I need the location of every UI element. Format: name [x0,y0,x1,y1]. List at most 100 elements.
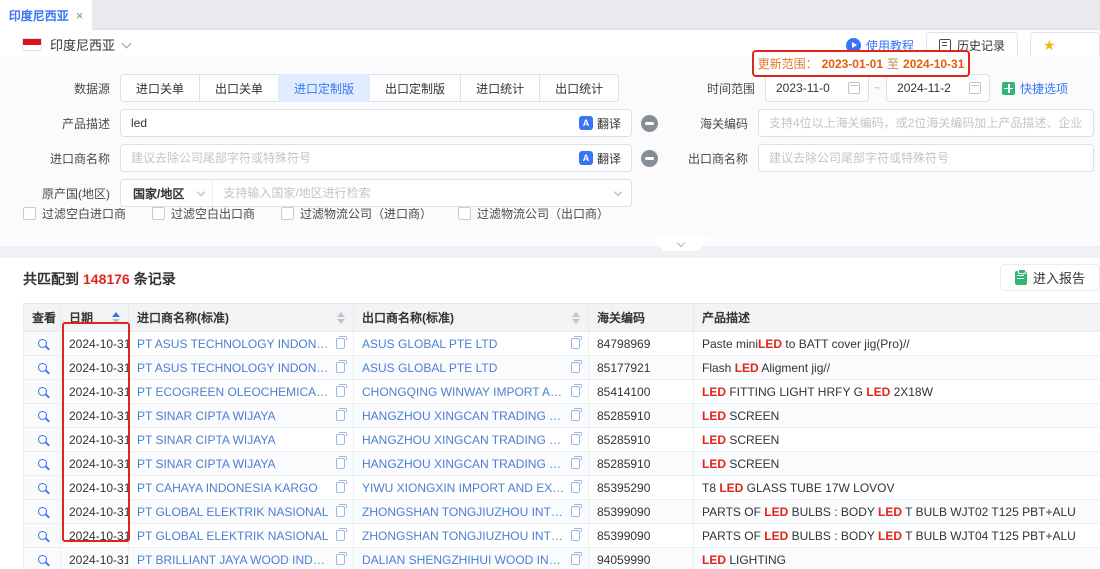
view-detail-icon[interactable] [38,531,47,540]
copy-icon[interactable] [336,506,345,517]
importer-cell: PT ASUS TECHNOLOGY INDONESIA BA... [129,356,354,380]
view-detail-icon[interactable] [38,435,47,444]
product-desc-field[interactable]: A 翻译 [120,109,632,137]
exporter-link[interactable]: HANGZHOU XINGCAN TRADING CO LTD [362,409,565,423]
quick-options-button[interactable]: 快捷选项 [1002,80,1068,97]
hs-code-field[interactable] [758,109,1094,137]
view-detail-icon[interactable] [38,507,47,516]
copy-icon[interactable] [336,386,345,397]
sort-icon[interactable] [572,312,580,324]
exporter-link[interactable]: ASUS GLOBAL PTE LTD [362,337,565,351]
exporter-link[interactable]: ASUS GLOBAL PTE LTD [362,361,565,375]
sort-icon[interactable] [112,312,120,324]
exporter-name-input[interactable] [759,145,1093,171]
datasource-tab-5[interactable]: 出口统计 [539,74,619,102]
importer-link[interactable]: PT ASUS TECHNOLOGY INDONESIA BA... [137,361,330,375]
checkbox-icon[interactable] [281,207,294,220]
calendar-icon[interactable] [848,82,860,94]
filter-checkbox-3[interactable]: 过滤物流公司（出口商） [458,205,609,222]
date-from-input[interactable] [766,75,840,101]
importer-link[interactable]: PT CAHAYA INDONESIA KARGO [137,481,330,495]
origin-country-select[interactable]: 国家/地区 [121,180,213,206]
exporter-link[interactable]: ZHONGSHAN TONGJIUZHOU INTERNA... [362,505,565,519]
origin-country-field[interactable]: 国家/地区 [120,179,632,207]
copy-icon[interactable] [336,338,345,349]
copy-icon[interactable] [336,554,345,565]
exporter-name-field[interactable] [758,144,1094,172]
importer-link[interactable]: PT BRILLIANT JAYA WOOD INDUSTRY [137,553,330,567]
copy-icon[interactable] [571,410,580,421]
view-detail-icon[interactable] [38,459,47,468]
datasource-tab-1[interactable]: 出口关单 [199,74,279,102]
filter-checkbox-1[interactable]: 过滤空白出口商 [152,205,255,222]
copy-icon[interactable] [571,482,580,493]
product-desc-input[interactable] [121,110,573,136]
datasource-tab-3[interactable]: 出口定制版 [369,74,461,102]
copy-icon[interactable] [571,434,580,445]
copy-icon[interactable] [571,338,580,349]
view-cell [24,404,61,428]
translate-button[interactable]: A 翻译 [573,150,631,167]
view-detail-icon[interactable] [38,387,47,396]
importer-link[interactable]: PT GLOBAL ELEKTRIK NASIONAL [137,505,330,519]
checkbox-icon[interactable] [23,207,36,220]
tab-close-icon[interactable]: × [76,8,84,23]
exporter-link[interactable]: ZHONGSHAN TONGJIUZHOU INTERNA... [362,529,565,543]
copy-icon[interactable] [571,554,580,565]
filter-checkbox-0[interactable]: 过滤空白进口商 [23,205,126,222]
importer-link[interactable]: PT ECOGREEN OLEOCHEMICALS [137,385,330,399]
copy-icon[interactable] [571,386,580,397]
importer-name-input[interactable] [121,145,573,171]
copy-icon[interactable] [336,530,345,541]
column-header-label: 进口商名称(标准) [137,309,229,326]
copy-icon[interactable] [571,458,580,469]
datasource-tab-4[interactable]: 进口统计 [460,74,540,102]
copy-icon[interactable] [336,362,345,373]
collapse-form-button[interactable] [652,237,710,251]
translate-button[interactable]: A 翻译 [573,115,631,132]
copy-icon[interactable] [336,458,345,469]
datasource-tab-0[interactable]: 进口关单 [120,74,200,102]
copy-icon[interactable] [336,410,345,421]
copy-icon[interactable] [571,530,580,541]
column-header-2[interactable]: 进口商名称(标准) [129,304,354,332]
exporter-link[interactable]: HANGZHOU XINGCAN TRADING CO LTD [362,433,565,447]
copy-icon[interactable] [571,506,580,517]
enter-report-button[interactable]: 进入报告 [1000,264,1100,291]
importer-link[interactable]: PT SINAR CIPTA WIJAYA [137,433,330,447]
view-detail-icon[interactable] [38,483,47,492]
view-detail-icon[interactable] [38,363,47,372]
filter-checkbox-2[interactable]: 过滤物流公司（进口商） [281,205,432,222]
column-header-1[interactable]: 日期 [61,304,129,332]
exporter-link[interactable]: HANGZHOU XINGCAN TRADING CO LTD [362,457,565,471]
sort-icon[interactable] [337,312,345,324]
datasource-tab-2[interactable]: 进口定制版 [278,74,370,102]
checkbox-icon[interactable] [458,207,471,220]
importer-link[interactable]: PT GLOBAL ELEKTRIK NASIONAL [137,529,330,543]
copy-icon[interactable] [336,482,345,493]
copy-icon[interactable] [571,362,580,373]
importer-link[interactable]: PT SINAR CIPTA WIJAYA [137,409,330,423]
date-from-field[interactable] [765,74,869,102]
exporter-link[interactable]: YIWU XIONGXIN IMPORT AND EXPORT... [362,481,565,495]
importer-link[interactable]: PT ASUS TECHNOLOGY INDONESIA BA... [137,337,330,351]
origin-country-input[interactable] [213,180,615,206]
country-selector[interactable]: 印度尼西亚 [22,35,130,54]
checkbox-icon[interactable] [152,207,165,220]
exporter-link[interactable]: DALIAN SHENGZHIHUI WOOD INDUST... [362,553,565,567]
view-detail-icon[interactable] [38,411,47,420]
calendar-icon[interactable] [969,82,981,94]
favorite-button[interactable]: ★ [1030,32,1100,58]
hs-code-input[interactable] [759,110,1093,136]
view-detail-icon[interactable] [38,555,47,564]
tab-indonesia[interactable]: 印度尼西亚 × [0,0,92,30]
importer-name-field[interactable]: A 翻译 [120,144,632,172]
chevron-down-icon[interactable] [614,188,622,196]
exporter-link[interactable]: CHONGQING WINWAY IMPORT AND E... [362,385,565,399]
importer-link[interactable]: PT SINAR CIPTA WIJAYA [137,457,330,471]
copy-icon[interactable] [336,434,345,445]
view-detail-icon[interactable] [38,339,47,348]
date-to-field[interactable] [886,74,990,102]
column-header-3[interactable]: 出口商名称(标准) [354,304,589,332]
date-to-input[interactable] [887,75,961,101]
